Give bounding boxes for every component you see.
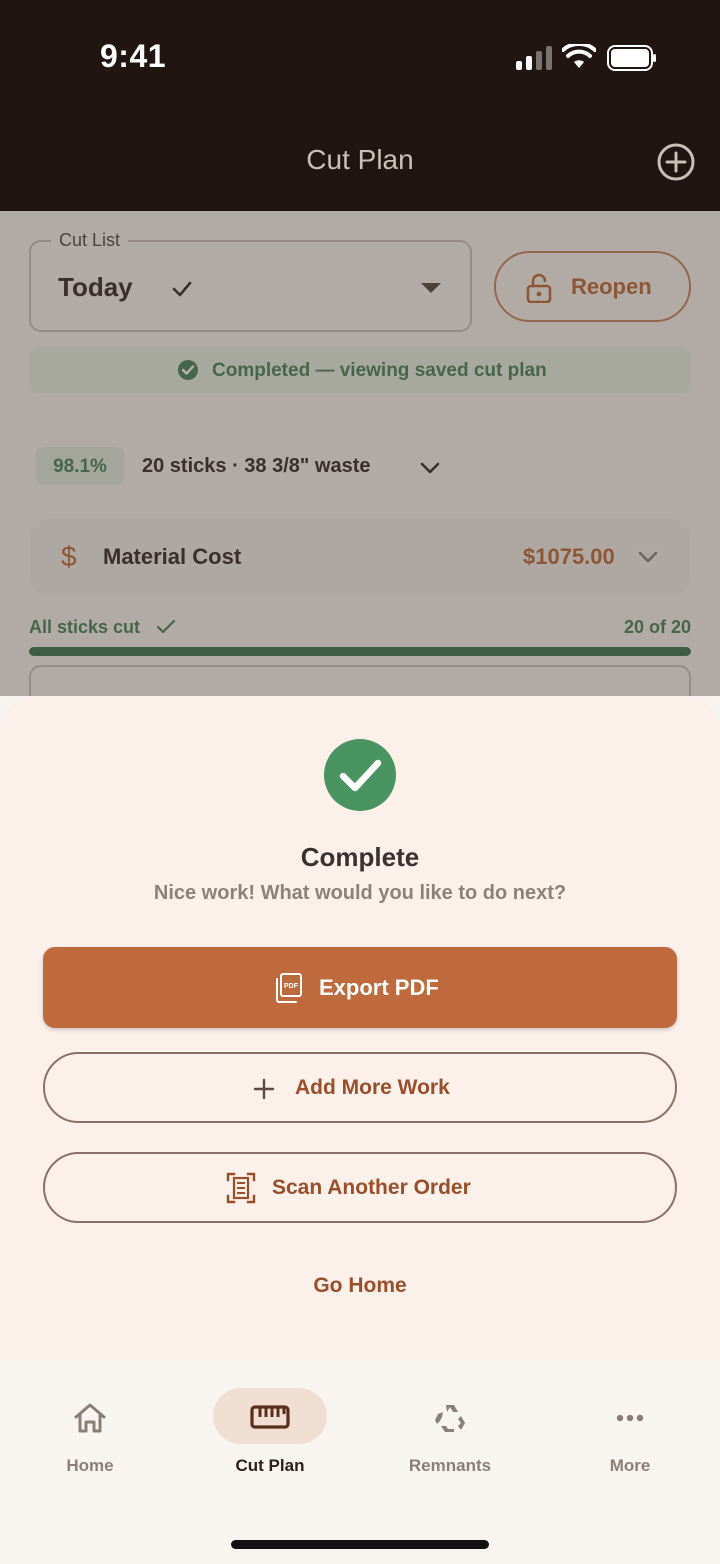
- nav-bar: Cut Plan: [0, 110, 720, 211]
- export-pdf-label: Export PDF: [319, 975, 439, 1000]
- plus-icon: [253, 1078, 275, 1100]
- sheet-subtitle: Nice work! What would you like to do nex…: [153, 882, 567, 904]
- tab-home-label: Home: [66, 1456, 114, 1475]
- battery-icon: [607, 45, 656, 71]
- status-bar: 9:41: [0, 0, 720, 110]
- tab-cut-plan-label: Cut Plan: [235, 1456, 305, 1475]
- page-title: Cut Plan: [306, 144, 414, 175]
- add-more-work-label: Add More Work: [295, 1076, 450, 1099]
- tab-home[interactable]: Home: [0, 1360, 180, 1490]
- ruler-icon: [250, 1405, 290, 1429]
- export-pdf-button[interactable]: PDF Export PDF: [43, 947, 677, 1028]
- go-home-link[interactable]: Go Home: [0, 1274, 720, 1298]
- sheet-title: Complete: [300, 842, 420, 872]
- add-more-work-button[interactable]: Add More Work: [43, 1052, 677, 1123]
- document-scanner-icon: [226, 1172, 256, 1204]
- recycle-icon: [435, 1405, 465, 1432]
- status-time: 9:41: [100, 38, 167, 74]
- tab-more-label: More: [609, 1456, 651, 1475]
- modal-scrim[interactable]: [0, 211, 720, 696]
- bottom-tab-bar: Home Cut Plan Remnants More: [0, 1360, 720, 1564]
- wifi-icon: [562, 44, 596, 68]
- tab-more[interactable]: More: [540, 1360, 720, 1490]
- tab-remnants-label: Remnants: [408, 1456, 492, 1475]
- scan-another-order-button[interactable]: Scan Another Order: [43, 1152, 677, 1223]
- pdf-icon: PDF: [276, 973, 302, 1003]
- tab-remnants[interactable]: Remnants: [360, 1360, 540, 1490]
- add-circle-icon[interactable]: [656, 142, 696, 182]
- scan-another-order-label: Scan Another Order: [272, 1176, 471, 1199]
- home-icon: [74, 1403, 106, 1433]
- svg-text:PDF: PDF: [284, 983, 299, 990]
- home-indicator: [231, 1540, 489, 1549]
- completion-sheet: Complete Nice work! What would you like …: [0, 696, 720, 1360]
- cellular-signal-icon: [516, 46, 552, 70]
- more-icon: [616, 1414, 644, 1422]
- success-check-icon: [324, 739, 396, 811]
- tab-cut-plan[interactable]: Cut Plan: [180, 1360, 360, 1490]
